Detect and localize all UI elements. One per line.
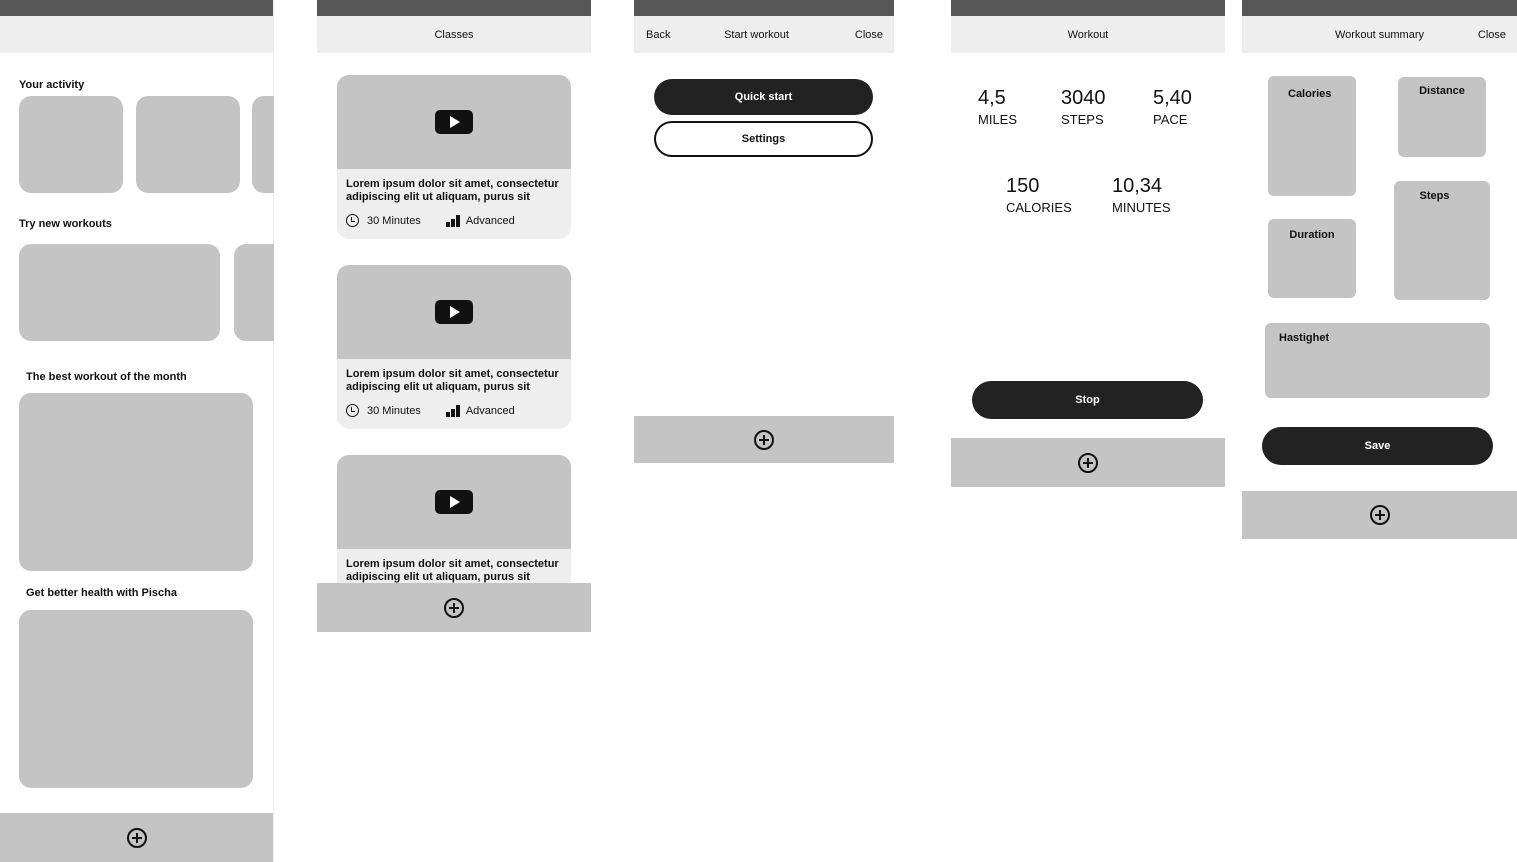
class-card[interactable]: Lorem ipsum dolor sit amet, consectetur … [337, 75, 571, 239]
back-button[interactable]: Back [646, 29, 670, 41]
health-card[interactable] [19, 610, 253, 788]
class-description: Lorem ipsum dolor sit amet, consectetur … [346, 368, 559, 393]
bottom-nav [0, 813, 273, 862]
bottom-nav [1242, 491, 1517, 539]
home-header [0, 16, 273, 53]
classes-header: Classes [317, 16, 591, 53]
status-bar [951, 0, 1225, 16]
plus-circle-icon[interactable] [444, 597, 464, 618]
class-duration: 30 Minutes [367, 214, 421, 227]
settings-button[interactable]: Settings [654, 121, 873, 157]
start-workout-header: Back Start workout Close [634, 16, 894, 53]
play-icon[interactable] [435, 110, 473, 134]
workout-header: Workout [951, 16, 1225, 53]
bottom-nav [634, 416, 894, 463]
play-icon[interactable] [435, 300, 473, 324]
class-duration: 30 Minutes [367, 404, 421, 417]
activity-card[interactable] [19, 96, 123, 193]
section-title-health: Get better health with Pischa [26, 587, 177, 599]
save-button[interactable]: Save [1262, 427, 1493, 465]
class-level: Advanced [465, 214, 515, 227]
class-level: Advanced [465, 404, 515, 417]
page-title: Workout summary [1334, 28, 1425, 41]
section-title-best: The best workout of the month [26, 371, 187, 383]
bottom-nav [951, 438, 1225, 487]
class-description: Lorem ipsum dolor sit amet, consectetur … [346, 178, 559, 203]
status-bar [1242, 0, 1517, 16]
home-screen: Your activity Try new workouts The best … [0, 0, 274, 862]
tile-distance[interactable]: Distance [1398, 77, 1486, 157]
class-description: Lorem ipsum dolor sit amet, consectetur … [346, 558, 559, 583]
section-title-activity: Your activity [19, 79, 85, 91]
status-bar [317, 0, 591, 16]
stat-minutes: 10,34 MINUTES [1112, 175, 1171, 215]
page-title: Workout [1067, 28, 1109, 41]
workout-card[interactable] [19, 244, 220, 341]
class-card[interactable]: Lorem ipsum dolor sit amet, consectetur … [337, 265, 571, 429]
start-workout-screen: Back Start workout Close Quick start Set… [634, 0, 894, 463]
plus-circle-icon[interactable] [754, 429, 774, 450]
level-bars-icon [445, 404, 460, 417]
tile-duration[interactable]: Duration [1268, 219, 1356, 298]
status-bar [0, 0, 273, 16]
video-thumbnail[interactable] [337, 265, 571, 359]
tile-steps[interactable]: Steps [1394, 181, 1490, 300]
play-icon[interactable] [435, 490, 473, 514]
best-workout-card[interactable] [19, 393, 253, 571]
quick-start-button[interactable]: Quick start [654, 79, 873, 115]
page-title: Classes [434, 28, 474, 41]
activity-card[interactable] [136, 96, 240, 193]
section-title-workouts: Try new workouts [19, 218, 112, 230]
plus-circle-icon[interactable] [1078, 452, 1098, 473]
clock-icon [346, 404, 359, 417]
close-button[interactable]: Close [1478, 29, 1506, 41]
stat-miles: 4,5 MILES [978, 87, 1018, 127]
close-button[interactable]: Close [855, 29, 883, 41]
video-thumbnail[interactable] [337, 455, 571, 549]
bottom-nav [317, 583, 591, 632]
class-card[interactable]: Lorem ipsum dolor sit amet, consectetur … [337, 455, 571, 583]
summary-screen: Workout summary Close Calories Distance … [1242, 0, 1517, 539]
workout-card[interactable] [234, 244, 274, 341]
workout-screen: Workout 4,5 MILES 3040 STEPS 5,40 PACE 150 C… [951, 0, 1225, 487]
summary-header: Workout summary Close [1242, 16, 1517, 53]
stop-button[interactable]: Stop [972, 381, 1203, 419]
stat-pace: 5,40 PACE [1153, 87, 1192, 127]
plus-circle-icon[interactable] [1369, 505, 1390, 525]
stat-steps: 3040 STEPS [1061, 87, 1106, 127]
activity-card[interactable] [252, 96, 274, 193]
plus-circle-icon[interactable] [126, 827, 147, 848]
status-bar [634, 0, 894, 16]
tile-hastighet[interactable]: Hastighet [1265, 323, 1490, 398]
classes-screen: Classes Lorem ipsum dolor sit amet, cons… [317, 0, 591, 632]
page-title: Start workout [724, 28, 789, 41]
video-thumbnail[interactable] [337, 75, 571, 169]
clock-icon [346, 214, 359, 227]
tile-calories[interactable]: Calories [1268, 76, 1356, 196]
level-bars-icon [445, 214, 460, 227]
stat-calories: 150 CALORIES [1006, 175, 1072, 215]
